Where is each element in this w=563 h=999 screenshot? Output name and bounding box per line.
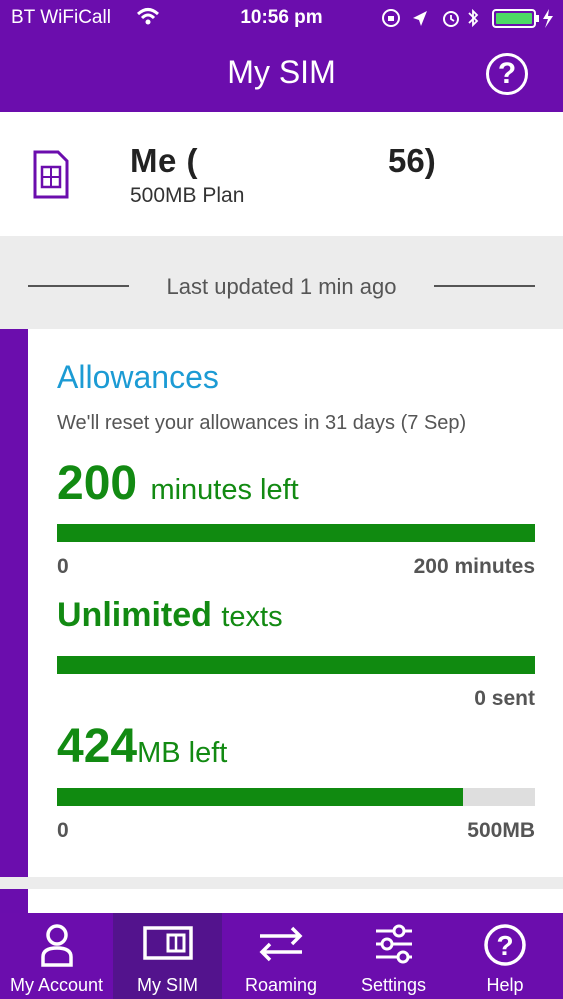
tab-roaming[interactable]: Roaming [222, 913, 340, 999]
tab-label: My SIM [137, 975, 198, 995]
profile-plan: 500MB Plan [130, 184, 245, 207]
tab-my-sim[interactable]: My SIM [113, 913, 222, 999]
tab-bar: My Account My SIM Roaming Settings ? Hel… [0, 913, 563, 999]
minutes-progress-bar [57, 524, 535, 542]
tab-my-account[interactable]: My Account [0, 913, 113, 999]
last-updated-text: Last updated 1 min ago [166, 274, 397, 299]
person-icon [0, 923, 113, 969]
alarm-icon [443, 11, 459, 27]
arrows-swap-icon [222, 923, 340, 969]
data-suffix: MB left [137, 737, 228, 769]
page-title: My SIM [227, 54, 336, 90]
texts-progress-fill [57, 656, 535, 674]
svg-text:?: ? [496, 930, 513, 961]
minutes-progress-fill [57, 524, 535, 542]
texts-progress-bar [57, 656, 535, 674]
data-progress-bar [57, 788, 535, 806]
sim-card-icon [32, 150, 70, 205]
tab-label: My Account [9, 975, 104, 995]
data-remaining: 424MB left [57, 719, 227, 774]
bluetooth-icon [468, 8, 479, 28]
texts-remaining: Unlimited texts [57, 596, 283, 635]
tab-help[interactable]: ? Help [447, 913, 563, 999]
card-accent [0, 329, 28, 877]
data-value: 424 [57, 720, 138, 773]
location-icon [413, 11, 427, 26]
last-updated-bar: Last updated 1 min ago [0, 236, 563, 329]
sliders-icon [340, 923, 447, 969]
profile-name: Me ( [130, 142, 198, 179]
minutes-suffix: minutes left [150, 474, 299, 506]
tab-label: Settings [360, 975, 427, 995]
status-icons [381, 6, 561, 30]
texts-suffix: texts [221, 601, 283, 633]
tab-label: Help [486, 975, 524, 995]
tab-label: Roaming [244, 975, 318, 995]
status-bar: BT WiFiCall 10:56 pm [0, 0, 563, 36]
tab-settings[interactable]: Settings [340, 913, 447, 999]
divider-right [434, 285, 535, 287]
sim-card-icon [113, 923, 222, 969]
app-header: BT WiFiCall 10:56 pm My SIM ? [0, 0, 563, 112]
texts-value: Unlimited [57, 596, 212, 634]
reset-note: We'll reset your allowances in 31 days (… [57, 412, 467, 434]
card-separator [0, 877, 563, 889]
data-progress-fill [57, 788, 464, 806]
allowances-card: Allowances We'll reset your allowances i… [28, 329, 563, 877]
minutes-remaining: 200 minutes left [57, 456, 299, 511]
sim-profile-card[interactable]: Me ( 56) 500MB Plan [0, 112, 563, 236]
texts-sent-label: 0 sent [474, 687, 535, 710]
next-card-edge [28, 889, 563, 913]
help-button[interactable]: ? [486, 53, 528, 95]
battery-charging-icon [492, 9, 553, 28]
data-min-label: 0 [57, 819, 69, 842]
help-circle-icon: ? [447, 923, 563, 969]
data-max-label: 500MB [467, 819, 535, 842]
minutes-min-label: 0 [57, 555, 69, 578]
minutes-max-label: 200 minutes [413, 555, 535, 578]
screen-rotation-lock-icon [382, 9, 400, 27]
profile-number: 56) [388, 142, 436, 179]
allowances-title: Allowances [57, 359, 219, 395]
minutes-value: 200 [57, 457, 138, 510]
